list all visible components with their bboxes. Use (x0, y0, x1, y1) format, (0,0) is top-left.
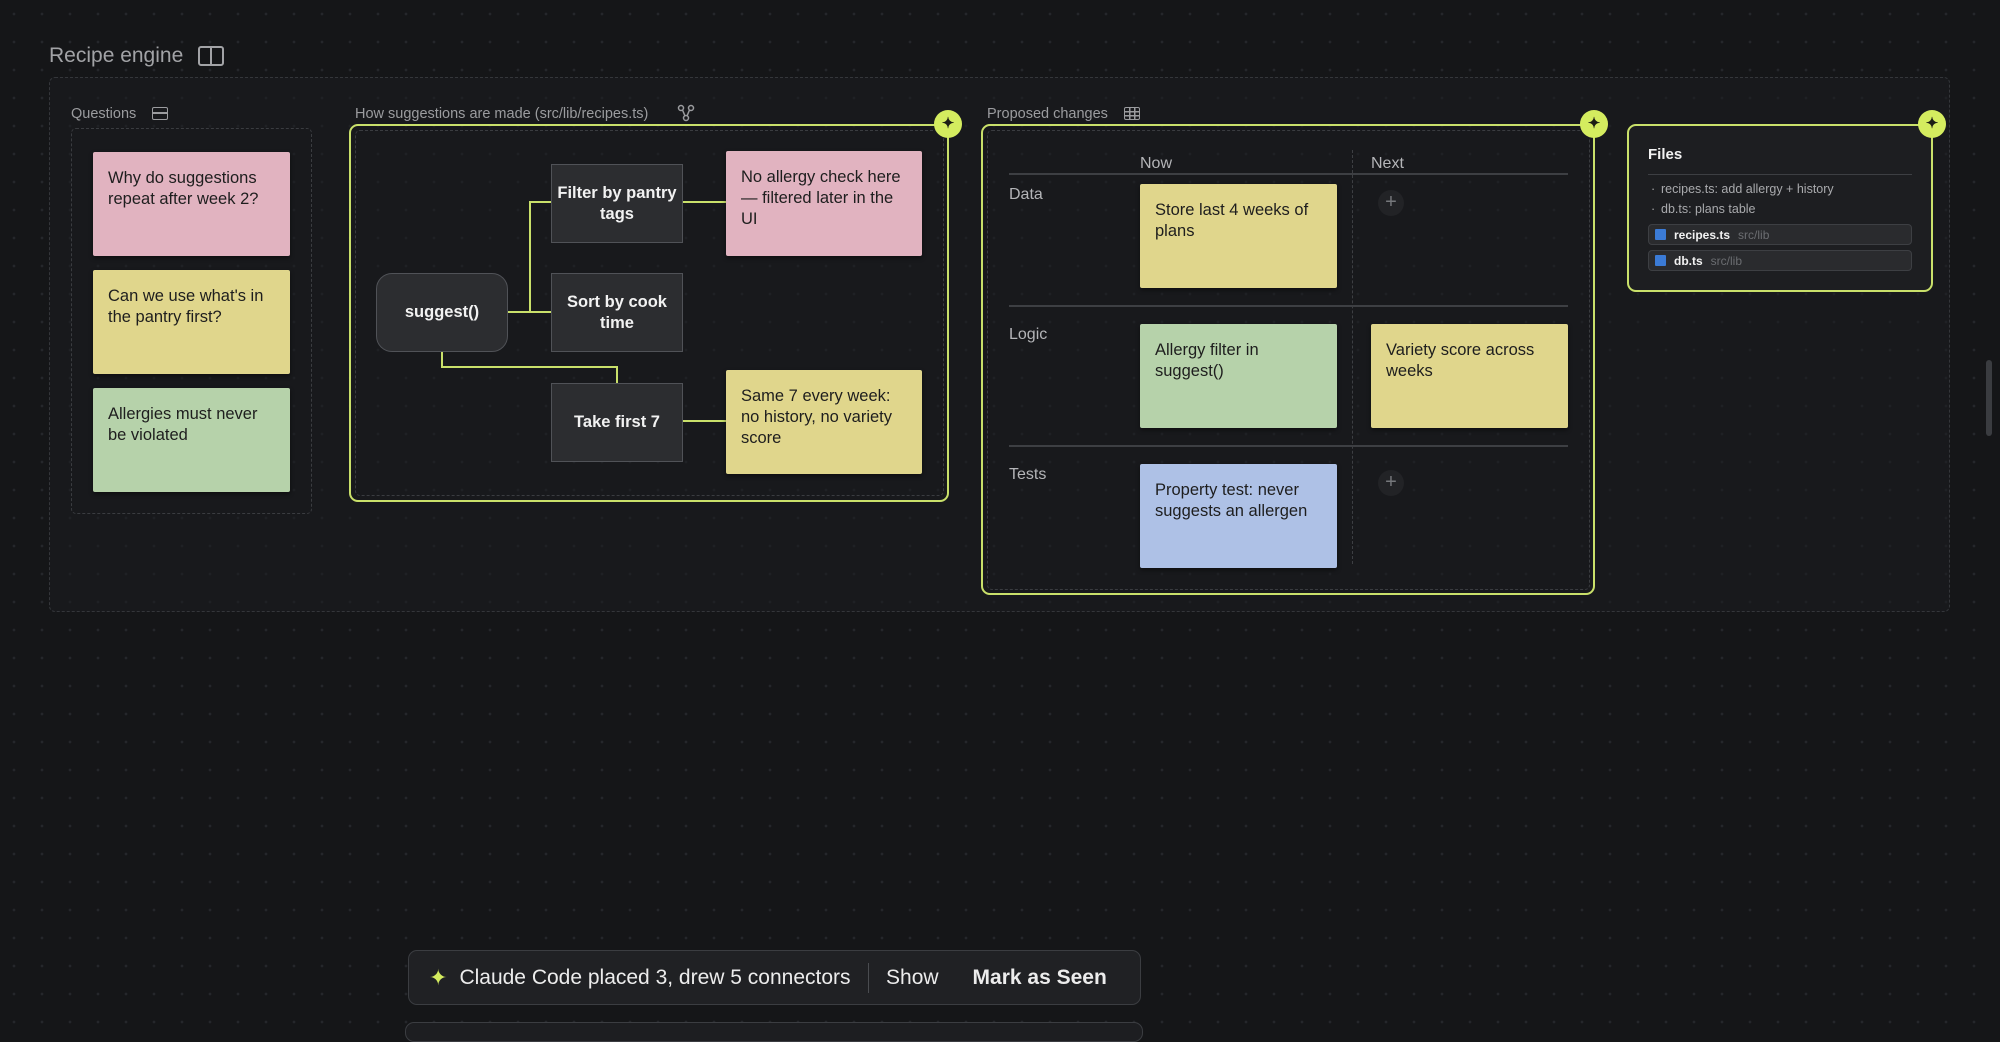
column-divider (1352, 150, 1353, 564)
file-item[interactable]: recipes.ts src/lib (1648, 224, 1912, 245)
table-divider (1009, 173, 1568, 175)
list-panel-icon (152, 107, 168, 120)
change-note[interactable]: Allergy filter in suggest() (1140, 324, 1337, 428)
add-card-button[interactable]: + (1378, 190, 1404, 216)
mark-as-seen-button[interactable]: Mark as Seen (973, 966, 1107, 990)
sparkle-icon[interactable]: ✦ (1580, 110, 1608, 138)
split-panel-icon[interactable] (198, 46, 224, 66)
files-divider (1648, 174, 1912, 175)
changes-label: Proposed changes (987, 106, 1108, 122)
row-logic: Logic (1009, 326, 1048, 343)
bullet-dot: · (1651, 202, 1656, 216)
files-title: Files (1648, 146, 1683, 163)
change-note[interactable]: Store last 4 weeks of plans (1140, 184, 1337, 288)
sparkle-icon: ✦ (429, 964, 448, 990)
question-note[interactable]: Why do suggestions repeat after week 2? (93, 152, 290, 256)
node-sort[interactable]: Sort by cook time (551, 273, 683, 352)
files-bullet: db.ts: plans table (1661, 202, 1756, 216)
graph-nodes-icon (677, 104, 695, 122)
add-card-button[interactable]: + (1378, 470, 1404, 496)
question-note[interactable]: Allergies must never be violated (93, 388, 290, 492)
board-title: Recipe engine (49, 44, 184, 67)
flow-note-take[interactable]: Same 7 every week: no history, no variet… (726, 370, 922, 474)
column-now: Now (1140, 155, 1173, 172)
node-take[interactable]: Take first 7 (551, 383, 683, 462)
sparkle-icon[interactable]: ✦ (1918, 110, 1946, 138)
questions-label: Questions (71, 106, 137, 122)
scrollbar[interactable] (1986, 360, 1992, 436)
bottom-input-bar[interactable] (405, 1022, 1143, 1042)
toast-separator (867, 962, 870, 993)
file-path: src/lib (1738, 227, 1770, 242)
file-name: recipes.ts (1674, 227, 1731, 242)
toast-message: Claude Code placed 3, drew 5 connectors (459, 965, 851, 989)
file-icon (1655, 229, 1666, 240)
row-tests: Tests (1009, 466, 1047, 483)
table-grid-icon (1124, 107, 1140, 120)
file-name: db.ts (1674, 253, 1703, 268)
row-data: Data (1009, 186, 1043, 203)
column-next: Next (1371, 155, 1404, 172)
bullet-dot: · (1651, 182, 1656, 196)
file-path: src/lib (1710, 253, 1743, 268)
node-filter[interactable]: Filter by pantry tags (551, 164, 683, 243)
change-note[interactable]: Variety score across weeks (1371, 324, 1568, 428)
notification-toast: ✦ Claude Code placed 3, drew 5 connector… (408, 950, 1141, 1005)
sparkle-icon[interactable]: ✦ (934, 110, 962, 138)
files-bullet: recipes.ts: add allergy + history (1661, 182, 1834, 196)
node-suggest[interactable]: suggest() (376, 273, 508, 352)
flow-note-filter[interactable]: No allergy check here — filtered later i… (726, 151, 922, 256)
file-item[interactable]: db.ts src/lib (1648, 250, 1912, 271)
table-divider (1009, 445, 1568, 447)
flow-label: How suggestions are made (src/lib/recipe… (355, 106, 649, 122)
change-note[interactable]: Property test: never suggests an allerge… (1140, 464, 1337, 568)
table-divider (1009, 305, 1568, 307)
question-note[interactable]: Can we use what's in the pantry first? (93, 270, 290, 374)
show-button[interactable]: Show (886, 966, 939, 990)
file-icon (1655, 255, 1666, 266)
